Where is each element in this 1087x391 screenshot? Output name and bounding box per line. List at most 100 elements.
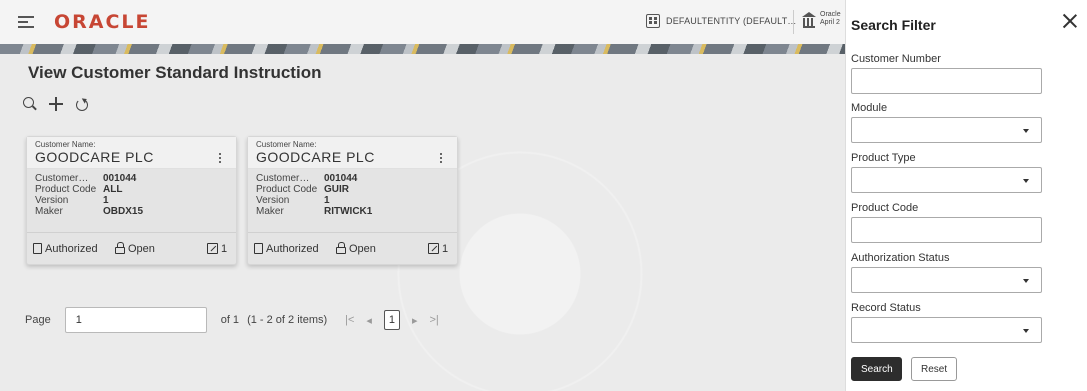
field-value: GUIR — [324, 184, 349, 195]
authorization-status-text: Authorized — [266, 242, 319, 255]
record-status-text: Open — [128, 242, 155, 255]
header-banner — [0, 44, 845, 54]
record-status-select[interactable] — [851, 317, 1042, 343]
bank-selector[interactable]: Oracle April 2 — [802, 11, 841, 28]
authorization-status-select[interactable] — [851, 267, 1042, 293]
search-button[interactable]: Search — [851, 357, 902, 381]
customer-name-value: GOODCARE PLC — [35, 149, 154, 165]
hamburger-menu-icon[interactable] — [18, 16, 34, 28]
reset-button[interactable]: Reset — [911, 357, 957, 381]
oracle-logo: ORACLE — [54, 11, 151, 33]
top-header: ORACLE DEFAULTENTITY (DEFAULT… Oracle Ap… — [0, 0, 845, 44]
modification-count: 1 — [207, 243, 227, 255]
authorization-status-text: Authorized — [45, 242, 98, 255]
authorization-status: Authorized — [254, 243, 336, 255]
field-value: OBDX15 — [103, 206, 144, 217]
card-list: Customer Name: GOODCARE PLC Customer… 001… — [26, 136, 458, 265]
page-number-input[interactable] — [64, 307, 207, 333]
record-status-text: Open — [349, 242, 376, 255]
search-filter-panel: Search Filter Customer Number Module Pro… — [845, 0, 1087, 391]
edit-icon — [428, 243, 439, 254]
bank-name: Oracle — [820, 11, 841, 18]
card-body: Customer… 001044 Product Code ALL Version 1… — [27, 169, 236, 221]
page-total: of 1 — [220, 314, 240, 326]
unlock-icon — [115, 242, 125, 254]
kebab-menu-icon[interactable] — [218, 153, 222, 163]
field-label: Maker — [256, 206, 284, 217]
edit-icon — [207, 243, 218, 254]
record-status-field: Record Status — [851, 302, 1042, 343]
field-label: Record Status — [851, 302, 921, 314]
field-label: Product Type — [851, 152, 916, 164]
search-icon[interactable] — [22, 96, 38, 112]
record-status: Open — [115, 242, 207, 255]
card-footer: Authorized Open 1 — [27, 232, 236, 264]
customer-number-input[interactable] — [851, 68, 1042, 94]
field-label: Customer… — [256, 173, 310, 184]
bank-icon — [802, 12, 816, 28]
card-footer: Authorized Open 1 — [248, 232, 457, 264]
product-code-input[interactable] — [851, 217, 1042, 243]
item-range: (1 - 2 of 2 items) — [247, 314, 328, 326]
card-header: Customer Name: GOODCARE PLC — [248, 137, 457, 169]
authorization-status-field: Authorization Status — [851, 252, 1042, 293]
module-field: Module — [851, 102, 1042, 143]
document-icon — [33, 243, 42, 254]
module-select[interactable] — [851, 117, 1042, 143]
record-card[interactable]: Customer Name: GOODCARE PLC Customer… 001… — [247, 136, 458, 265]
record-status: Open — [336, 242, 428, 255]
customer-name-label: Customer Name: — [256, 140, 317, 149]
page-title: View Customer Standard Instruction — [28, 63, 322, 82]
page-nav: |< ◂ 1 ▸ >| — [345, 310, 439, 330]
document-icon — [254, 243, 263, 254]
refresh-icon[interactable] — [74, 96, 90, 112]
next-page-button[interactable]: ▸ — [412, 314, 418, 327]
field-label: Version — [35, 195, 69, 206]
field-value: RITWICK1 — [324, 206, 373, 217]
card-header: Customer Name: GOODCARE PLC — [27, 137, 236, 169]
main-content: View Customer Standard Instruction Custo… — [0, 54, 845, 391]
first-page-button[interactable]: |< — [345, 314, 354, 326]
record-card[interactable]: Customer Name: GOODCARE PLC Customer… 001… — [26, 136, 237, 265]
field-label: Module — [851, 102, 888, 114]
field-label: Customer Number — [851, 53, 941, 65]
building-icon — [646, 14, 660, 28]
field-label: Product Code — [256, 184, 318, 195]
field-value: 1 — [324, 195, 330, 206]
product-code-field: Product Code — [851, 202, 1042, 243]
customer-number-field: Customer Number — [851, 53, 1042, 94]
filter-actions: Search Reset — [851, 357, 957, 381]
page-label: Page — [25, 314, 51, 326]
product-type-select[interactable] — [851, 167, 1042, 193]
close-icon[interactable] — [1061, 12, 1079, 30]
modification-count: 1 — [428, 243, 448, 255]
entity-label: DEFAULTENTITY (DEFAULT… — [666, 16, 797, 26]
add-icon[interactable] — [48, 96, 64, 112]
bank-date: April 2 — [820, 19, 840, 26]
field-label: Maker — [35, 206, 63, 217]
prev-page-button[interactable]: ◂ — [366, 314, 372, 327]
last-page-button[interactable]: >| — [429, 314, 438, 326]
field-value: 001044 — [324, 173, 358, 184]
unlock-icon — [336, 242, 346, 254]
field-label: Authorization Status — [851, 252, 950, 264]
modification-count-text: 1 — [221, 242, 228, 255]
kebab-menu-icon[interactable] — [439, 153, 443, 163]
product-type-field: Product Type — [851, 152, 1042, 193]
modification-count-text: 1 — [442, 242, 449, 255]
field-label: Version — [256, 195, 290, 206]
field-label: Product Code — [851, 202, 919, 214]
authorization-status: Authorized — [33, 243, 115, 255]
field-label: Customer… — [35, 173, 89, 184]
header-divider — [793, 10, 794, 34]
panel-title: Search Filter — [851, 17, 936, 33]
current-page-button[interactable]: 1 — [383, 310, 400, 330]
field-label: Product Code — [35, 184, 97, 195]
pagination: Page of 1 (1 - 2 of 2 items) |< ◂ 1 ▸ >| — [25, 307, 439, 333]
entity-selector[interactable]: DEFAULTENTITY (DEFAULT… — [646, 14, 797, 28]
customer-name-value: GOODCARE PLC — [256, 149, 375, 165]
field-value: 1 — [103, 195, 109, 206]
customer-name-label: Customer Name: — [35, 140, 96, 149]
field-value: 001044 — [103, 173, 137, 184]
field-value: ALL — [103, 184, 123, 195]
